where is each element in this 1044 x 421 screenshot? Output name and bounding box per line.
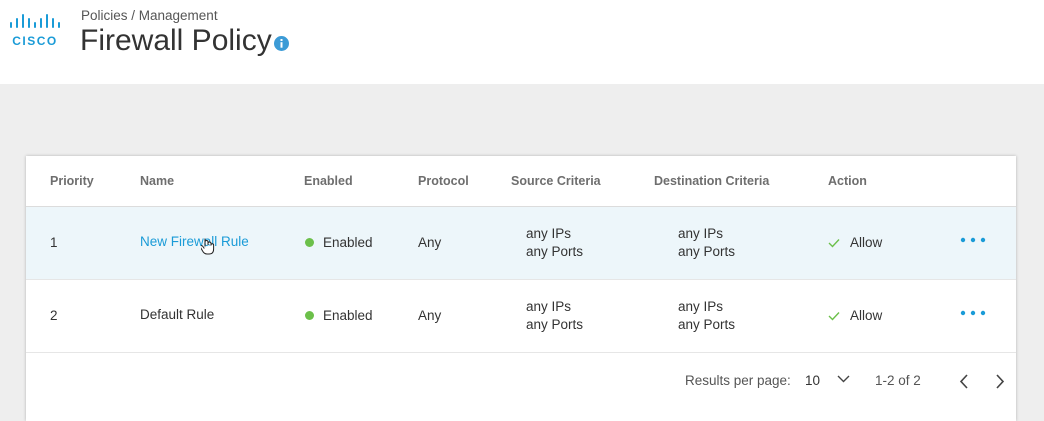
page-header: CISCO Policies / Management Firewall Pol… (0, 0, 1044, 84)
priority-cell: 2 (50, 308, 58, 323)
page-title: Firewall Policy (80, 24, 272, 57)
per-page-select[interactable]: 10 (805, 373, 820, 388)
next-page-icon[interactable] (995, 374, 1005, 389)
col-destination[interactable]: Destination Criteria (654, 174, 769, 188)
rule-name-link[interactable]: New Firewall Rule (140, 234, 249, 249)
check-icon (828, 312, 840, 321)
prev-page-icon[interactable] (959, 374, 969, 389)
dest-ports: any Ports (678, 244, 736, 259)
chevron-down-icon[interactable] (837, 375, 850, 383)
col-source[interactable]: Source Criteria (511, 174, 601, 188)
logo-wordmark: CISCO (12, 34, 58, 48)
dest-ports: any Ports (678, 317, 736, 332)
source-ports: any Ports (526, 244, 584, 259)
col-enabled[interactable]: Enabled (304, 174, 353, 188)
table-row[interactable]: 2 Default Rule Enabled Any any IPs any P… (26, 280, 1016, 352)
row-divider (26, 352, 1016, 353)
firewall-rules-table: Priority Name Enabled Protocol Source Cr… (26, 156, 1016, 421)
cisco-logo[interactable]: CISCO (9, 14, 63, 50)
dest-ips: any IPs (678, 226, 724, 241)
enabled-dot-icon (305, 238, 314, 247)
protocol-cell: Any (418, 235, 442, 250)
more-options-icon[interactable] (960, 237, 986, 243)
source-ips: any IPs (526, 299, 572, 314)
col-priority[interactable]: Priority (50, 174, 94, 188)
col-action[interactable]: Action (828, 174, 867, 188)
action-cell: Allow (850, 235, 883, 250)
results-per-page-label: Results per page: (685, 373, 791, 388)
dest-ips: any IPs (678, 299, 724, 314)
hand-cursor-icon (201, 238, 215, 255)
enabled-dot-icon (305, 311, 314, 320)
priority-cell: 1 (50, 235, 58, 250)
info-icon[interactable] (274, 36, 289, 51)
protocol-cell: Any (418, 308, 442, 323)
source-ports: any Ports (526, 317, 584, 332)
rule-name[interactable]: Default Rule (140, 307, 214, 322)
enabled-cell: Enabled (323, 308, 373, 323)
col-name[interactable]: Name (140, 174, 174, 188)
breadcrumb[interactable]: Policies / Management (81, 8, 218, 23)
page-range: 1-2 of 2 (875, 373, 921, 388)
check-icon (828, 239, 840, 248)
enabled-cell: Enabled (323, 235, 373, 250)
more-options-icon[interactable] (960, 310, 986, 316)
source-ips: any IPs (526, 226, 572, 241)
table-row[interactable]: 1 New Firewall Rule Enabled Any any IPs … (26, 207, 1016, 279)
action-cell: Allow (850, 308, 883, 323)
col-protocol[interactable]: Protocol (418, 174, 469, 188)
